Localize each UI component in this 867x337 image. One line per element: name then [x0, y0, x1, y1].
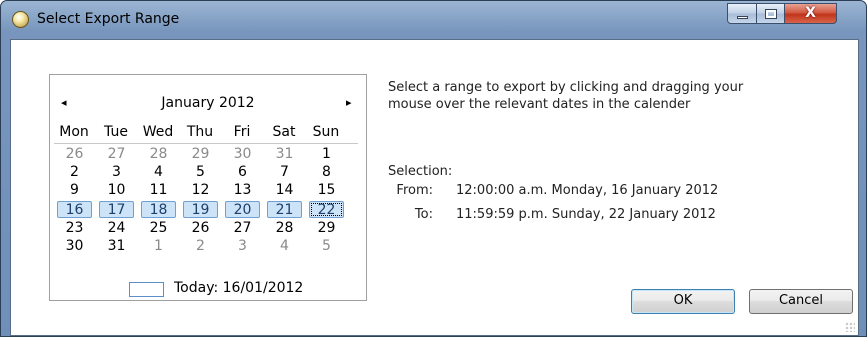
calendar-day[interactable]: 27	[225, 220, 260, 237]
calendar-day[interactable]: 8	[309, 164, 344, 181]
calendar-day[interactable]: 13	[225, 182, 260, 199]
calendar-day-selected[interactable]: 19	[183, 201, 218, 218]
weekday-header: Fri	[233, 124, 251, 140]
calendar-day[interactable]: 30	[57, 238, 92, 255]
calendar-day-selected[interactable]: 16	[57, 201, 92, 218]
maximize-button[interactable]	[756, 3, 785, 24]
weekday-separator	[54, 143, 358, 144]
calendar-day[interactable]: 4	[141, 164, 176, 181]
weekday-header: Thu	[186, 124, 214, 140]
ok-button[interactable]: OK	[631, 289, 735, 314]
calendar-day[interactable]: 2	[183, 238, 218, 255]
minimize-button[interactable]	[727, 3, 757, 24]
calendar-day[interactable]: 28	[267, 220, 302, 237]
month-calendar[interactable]: ◂ January 2012 ▸ Mon Tue Wed Thu Fri Sat Sun 26…	[49, 74, 367, 301]
close-icon: X	[805, 5, 816, 21]
calendar-day[interactable]: 14	[267, 182, 302, 199]
calendar-day[interactable]: 9	[57, 182, 92, 199]
calendar-day[interactable]: 3	[99, 164, 134, 181]
calendar-day[interactable]: 10	[99, 182, 134, 199]
calendar-day[interactable]: 2	[57, 164, 92, 181]
dialog-window: Select Export Range X ◂ January 2012 ▸ M…	[0, 0, 867, 337]
calendar-day[interactable]: 23	[57, 220, 92, 237]
calendar-day[interactable]: 1	[309, 146, 344, 163]
calendar-month-title[interactable]: January 2012	[50, 95, 366, 111]
today-link[interactable]: Today: 16/01/2012	[174, 280, 303, 296]
minimize-icon	[737, 16, 748, 19]
maximize-icon	[765, 9, 777, 19]
calendar-day[interactable]: 29	[309, 220, 344, 237]
app-icon	[12, 11, 29, 28]
from-label: From:	[396, 183, 433, 198]
calendar-day[interactable]: 31	[267, 146, 302, 163]
calendar-day-selected[interactable]: 20	[225, 201, 260, 218]
calendar-day[interactable]: 5	[309, 238, 344, 255]
calendar-day[interactable]: 26	[57, 146, 92, 163]
cancel-button[interactable]: Cancel	[749, 289, 853, 314]
calendar-day[interactable]: 4	[267, 238, 302, 255]
weekday-header: Wed	[142, 124, 174, 140]
calendar-day[interactable]: 3	[225, 238, 260, 255]
calendar-day[interactable]: 11	[141, 182, 176, 199]
calendar-day[interactable]: 7	[267, 164, 302, 181]
calendar-day[interactable]: 31	[99, 238, 134, 255]
weekday-header: Mon	[59, 124, 89, 140]
selection-label: Selection:	[388, 164, 453, 179]
weekday-header: Tue	[104, 124, 128, 140]
calendar-day[interactable]: 1	[141, 238, 176, 255]
from-value: 12:00:00 a.m. Monday, 16 January 2012	[456, 183, 719, 198]
next-month-arrow-icon[interactable]: ▸	[346, 96, 352, 109]
dialog-client-area: ◂ January 2012 ▸ Mon Tue Wed Thu Fri Sat Sun 26…	[10, 39, 859, 336]
weekday-header: Sun	[312, 124, 340, 140]
close-button[interactable]: X	[784, 3, 837, 24]
calendar-day[interactable]: 15	[309, 182, 344, 199]
calendar-day-selected[interactable]: 22	[309, 201, 344, 218]
weekday-header: Sat	[272, 124, 296, 140]
calendar-day-selected[interactable]: 17	[99, 201, 134, 218]
calendar-day[interactable]: 5	[183, 164, 218, 181]
calendar-day[interactable]: 27	[99, 146, 134, 163]
window-title: Select Export Range	[37, 11, 180, 27]
to-value: 11:59:59 p.m. Sunday, 22 January 2012	[456, 207, 716, 222]
calendar-day[interactable]: 30	[225, 146, 260, 163]
calendar-day[interactable]: 6	[225, 164, 260, 181]
calendar-day[interactable]: 12	[183, 182, 218, 199]
today-marker	[129, 282, 164, 297]
calendar-day[interactable]: 26	[183, 220, 218, 237]
instruction-line-2: mouse over the relevant dates in the cal…	[388, 97, 691, 112]
calendar-day-selected[interactable]: 21	[267, 201, 302, 218]
instruction-text: Select a range to export by clicking and…	[388, 79, 848, 113]
calendar-day[interactable]: 29	[183, 146, 218, 163]
calendar-day[interactable]: 25	[141, 220, 176, 237]
calendar-day[interactable]: 24	[99, 220, 134, 237]
instruction-line-1: Select a range to export by clicking and…	[388, 80, 744, 95]
calendar-day-selected[interactable]: 18	[141, 201, 176, 218]
resize-grip-icon[interactable]	[845, 322, 855, 332]
calendar-day[interactable]: 28	[141, 146, 176, 163]
title-bar[interactable]: Select Export Range X	[1, 1, 866, 39]
to-label: To:	[414, 207, 433, 222]
